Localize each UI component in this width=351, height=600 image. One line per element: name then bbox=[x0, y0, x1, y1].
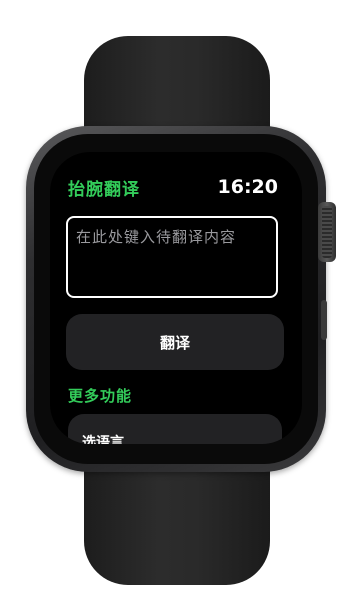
side-button[interactable] bbox=[321, 300, 327, 340]
list-item-select-language[interactable]: 选语言 bbox=[68, 414, 282, 444]
watch-screen: 抬腕翻译 16:20 翻译 更多功能 选语言 bbox=[50, 152, 302, 444]
input-box[interactable] bbox=[66, 216, 278, 298]
stage: 抬腕翻译 16:20 翻译 更多功能 选语言 bbox=[0, 0, 351, 600]
translate-button[interactable]: 翻译 bbox=[66, 314, 284, 370]
section-title-more: 更多功能 bbox=[68, 387, 133, 405]
translate-button-label: 翻译 bbox=[159, 333, 190, 352]
translate-input[interactable] bbox=[76, 228, 268, 246]
header: 抬腕翻译 16:20 bbox=[68, 174, 278, 200]
digital-crown[interactable] bbox=[318, 202, 336, 262]
app-title: 抬腕翻译 bbox=[68, 179, 140, 200]
clock: 16:20 bbox=[217, 176, 278, 198]
list-item-label: 选语言 bbox=[82, 435, 124, 444]
